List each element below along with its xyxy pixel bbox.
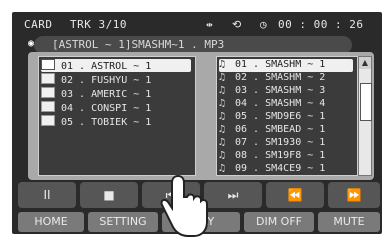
folder-icon <box>41 87 55 98</box>
music-note-icon: ♫ <box>219 98 226 109</box>
mute-button[interactable]: MUTE <box>318 212 380 232</box>
music-note-icon: ♫ <box>219 85 226 96</box>
scrollbar[interactable]: ▲ <box>358 56 372 176</box>
folder-list: 01 . ASTROL ~ 1 02 . FUSHYU ~ 1 03 . AME… <box>38 56 196 176</box>
next-track-button[interactable]: ⏭ <box>204 182 262 208</box>
track-item[interactable]: ♫ 06 . SMBEAD ~ 1 <box>219 124 325 137</box>
track-item[interactable]: ♫ 09 . SM4CE9 ~ 1 <box>219 163 325 175</box>
track-item[interactable]: ♫ 08 . SM19F8 ~ 1 <box>219 150 325 163</box>
music-note-icon: ♫ <box>219 150 226 161</box>
stop-button[interactable]: ■ <box>80 182 138 208</box>
folder-icon <box>41 101 55 112</box>
track-item[interactable]: ♫ 01 . SMASHM ~ 1 <box>219 59 353 72</box>
source-label: CARD <box>24 18 53 31</box>
scroll-up-icon[interactable]: ▲ <box>359 57 371 69</box>
scroll-thumb[interactable] <box>360 83 372 121</box>
track-item[interactable]: ♫ 03 . SMASHM ~ 3 <box>219 85 325 98</box>
folder-item[interactable]: 02 . FUSHYU ~ 1 <box>41 73 151 86</box>
track-counter: TRK 3/10 <box>70 18 127 31</box>
elapsed-time: 00 : 00 : 26 <box>278 18 364 31</box>
pointing-hand-icon <box>160 174 208 237</box>
music-note-icon: ♫ <box>219 111 226 122</box>
folder-icon <box>41 115 55 126</box>
disc-icon: ◉ <box>28 38 35 49</box>
setting-button[interactable]: SETTING <box>88 212 158 232</box>
folder-icon <box>41 59 55 70</box>
track-item[interactable]: ♫ 07 . SM1930 ~ 1 <box>219 137 325 150</box>
dim-off-button[interactable]: DIM OFF <box>244 212 314 232</box>
home-button[interactable]: HOME <box>18 212 84 232</box>
track-item[interactable]: ♫ 02 . SMASHM ~ 2 <box>219 72 325 85</box>
fast-forward-button[interactable]: ⏩ <box>328 182 380 208</box>
music-note-icon: ♫ <box>219 72 226 83</box>
folder-icon <box>41 73 55 84</box>
browser-panel: 01 . ASTROL ~ 1 02 . FUSHYU ~ 1 03 . AME… <box>28 52 374 180</box>
folder-item[interactable]: 03 . AMERIC ~ 1 <box>41 87 151 100</box>
track-item[interactable]: ♫ 05 . SMD9E6 ~ 1 <box>219 111 325 124</box>
repeat-icon: ⟲ <box>232 18 242 31</box>
track-list: ♫ 01 . SMASHM ~ 1 ♫ 02 . SMASHM ~ 2 ♫ 03 . … <box>216 56 358 176</box>
folder-item[interactable]: 05 . TOBIEK ~ 1 <box>41 115 151 128</box>
music-note-icon: ♫ <box>219 124 226 135</box>
status-bar: CARD TRK 3/10 ⇹ ⟲ ◷ 00 : 00 : 26 <box>24 16 372 36</box>
track-item[interactable]: ♫ 04 . SMASHM ~ 4 <box>219 98 325 111</box>
folder-item[interactable]: 04 . CONSPI ~ 1 <box>41 101 151 114</box>
folder-item[interactable]: 01 . ASTROL ~ 1 <box>41 59 191 72</box>
music-note-icon: ♫ <box>219 59 226 70</box>
rewind-button[interactable]: ⏪ <box>266 182 324 208</box>
music-note-icon: ♫ <box>219 137 226 148</box>
now-playing-title: [ASTROL ~ 1]SMASHM~1 . MP3 <box>52 38 225 51</box>
clock-icon: ◷ <box>260 18 268 31</box>
music-note-icon: ♫ <box>219 163 226 174</box>
shuffle-icon: ⇹ <box>206 18 214 31</box>
pause-button[interactable]: II <box>18 182 76 208</box>
